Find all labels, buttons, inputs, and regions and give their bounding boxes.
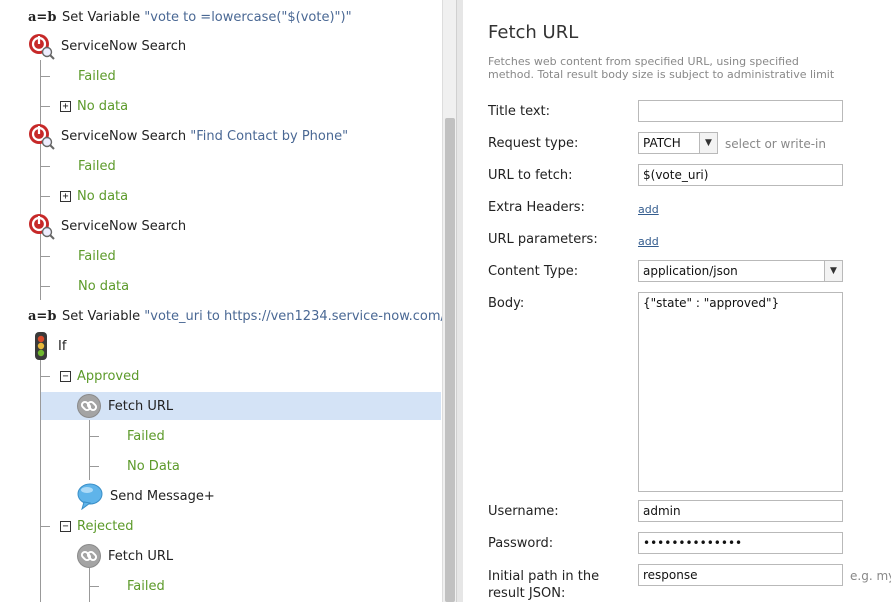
request-type-value: PATCH <box>643 136 681 150</box>
tree-branch-failed[interactable]: Failed <box>78 242 116 270</box>
title-text-input[interactable] <box>638 100 843 122</box>
tree-connector <box>89 568 90 602</box>
body-textarea[interactable]: {"state" : "approved"} <box>638 292 843 492</box>
password-label: Password: <box>488 536 554 551</box>
url-to-fetch-input[interactable]: $(vote_uri) <box>638 164 843 186</box>
scrollbar-thumb[interactable] <box>445 118 455 602</box>
body-label: Body: <box>488 296 525 311</box>
tree-node-set-variable[interactable]: a=b Set Variable "vote to =lowercase("$(… <box>28 2 352 32</box>
initial-path-label: Initial path in the result JSON: <box>488 569 600 601</box>
request-type-hint: select or write-in <box>725 137 826 151</box>
tree-branch-failed[interactable]: Failed <box>127 422 165 450</box>
content-type-label: Content Type: <box>488 264 579 279</box>
ab-variable-icon: a=b <box>28 308 57 324</box>
tree-branch-no-data[interactable]: No data <box>78 272 129 300</box>
collapse-minus-icon[interactable]: − <box>60 370 71 382</box>
tree-node-if[interactable]: If <box>32 332 66 360</box>
panel-splitter[interactable] <box>456 0 463 602</box>
chevron-down-icon[interactable]: ▼ <box>699 133 717 153</box>
tree-branch-rejected[interactable]: − Rejected <box>60 512 134 540</box>
tree-node-servicenow-search[interactable]: ServiceNow Search <box>27 32 186 60</box>
chevron-down-icon[interactable]: ▼ <box>824 261 842 281</box>
tree-node-send-message[interactable]: Send Message+ <box>76 482 215 510</box>
tree-branch-failed[interactable]: Failed <box>78 152 116 180</box>
tree-connector <box>89 418 90 480</box>
content-type-select[interactable]: application/json ▼ <box>638 260 843 282</box>
tree-branch-no-data[interactable]: + No data <box>60 182 128 210</box>
username-label: Username: <box>488 504 559 519</box>
speech-bubble-icon <box>76 482 104 510</box>
extra-headers-add-link[interactable]: add <box>638 203 659 216</box>
tree-branch-approved[interactable]: − Approved <box>60 362 139 390</box>
link-chain-icon <box>76 543 102 569</box>
link-chain-icon <box>76 393 102 419</box>
tree-branch-no-data[interactable]: + No data <box>60 92 128 120</box>
tree-node-servicenow-search[interactable]: ServiceNow Search <box>27 212 186 240</box>
initial-path-input[interactable]: response <box>638 564 843 586</box>
request-type-combo[interactable]: PATCH ▼ <box>638 132 718 154</box>
traffic-light-icon <box>32 331 52 361</box>
tree-node-set-variable[interactable]: a=b Set Variable "vote_uri to https://ve… <box>28 302 442 330</box>
servicenow-search-icon <box>27 122 55 150</box>
tree-connector <box>40 60 41 300</box>
flow-tree-panel: a=b Set Variable "vote to =lowercase("$(… <box>0 0 442 602</box>
tree-branch-failed[interactable]: Failed <box>127 572 165 600</box>
panel-title: Fetch URL <box>488 22 579 43</box>
username-input[interactable]: admin <box>638 500 843 522</box>
tree-branch-no-data[interactable]: No Data <box>127 452 180 480</box>
ab-variable-icon: a=b <box>28 9 57 25</box>
tree-branch-failed[interactable]: Failed <box>78 62 116 90</box>
fetch-url-properties-panel: Fetch URL Fetches web content from speci… <box>463 0 891 602</box>
tree-node-servicenow-search[interactable]: ServiceNow Search "Find Contact by Phone… <box>27 122 348 150</box>
tree-node-fetch-url[interactable]: Fetch URL <box>41 392 441 420</box>
tree-node-fetch-url[interactable]: Fetch URL <box>76 542 173 570</box>
request-type-label: Request type: <box>488 136 579 151</box>
initial-path-hint: e.g. my <box>850 569 891 583</box>
content-type-value: application/json <box>643 264 738 278</box>
collapse-minus-icon[interactable]: − <box>60 520 71 532</box>
url-to-fetch-label: URL to fetch: <box>488 168 573 183</box>
url-parameters-label: URL parameters: <box>488 232 598 247</box>
url-parameters-add-link[interactable]: add <box>638 235 659 248</box>
title-text-label: Title text: <box>488 104 551 119</box>
extra-headers-label: Extra Headers: <box>488 200 585 215</box>
password-input[interactable]: •••••••••••••• <box>638 532 843 554</box>
expand-plus-icon[interactable]: + <box>60 190 71 202</box>
servicenow-search-icon <box>27 212 55 240</box>
expand-plus-icon[interactable]: + <box>60 100 71 112</box>
panel-description: Fetches web content from specified URL, … <box>488 55 835 81</box>
tree-scrollbar[interactable] <box>442 0 456 602</box>
servicenow-search-icon <box>27 32 55 60</box>
